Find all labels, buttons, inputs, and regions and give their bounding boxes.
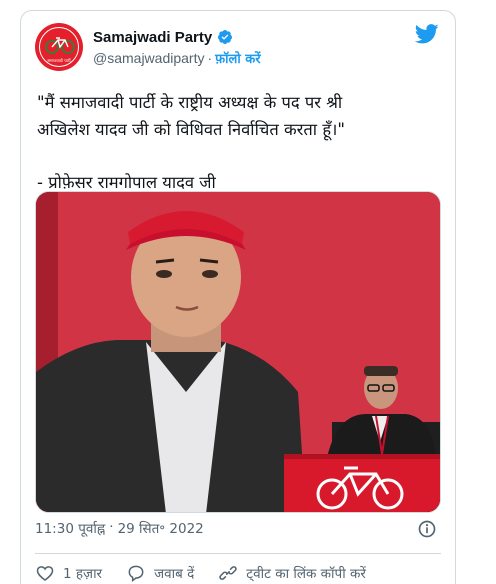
tweet-time[interactable]: 11:30 पूर्वाह्न	[35, 519, 105, 537]
info-icon[interactable]	[417, 519, 437, 539]
verified-badge-icon	[218, 30, 233, 44]
like-button[interactable]: 1 हज़ार	[35, 563, 102, 583]
tweet-text-line: "मैं समाजवादी पार्टी के राष्ट्रीय अध्यक्…	[37, 93, 343, 112]
reply-label: जवाब दें	[154, 566, 195, 582]
author-handle[interactable]: @samajwadiparty	[93, 50, 204, 66]
tweet-date[interactable]: 29 सित॰ 2022	[118, 519, 204, 537]
link-icon	[219, 566, 237, 580]
copy-link-label: ट्वीट का लिंक कॉपी करें	[246, 566, 366, 582]
twitter-bird-icon[interactable]	[415, 23, 439, 45]
avatar-logo: समाजवादी पार्टी	[39, 27, 79, 67]
tweet-card: समाजवादी पार्टी Samajwadi Party @samajwa…	[20, 10, 456, 584]
divider	[35, 553, 441, 554]
like-count: 1 हज़ार	[63, 566, 103, 582]
tweet-photo[interactable]	[35, 191, 441, 513]
follow-button[interactable]: फ़ॉलो करें	[215, 49, 260, 67]
tweet-text: "मैं समाजवादी पार्टी के राष्ट्रीय अध्यक्…	[37, 89, 447, 196]
tweet-meta: 11:30 पूर्वाह्न · 29 सित॰ 2022	[35, 519, 204, 537]
heart-icon	[36, 566, 54, 582]
handle-separator: ·	[207, 50, 213, 66]
meta-separator: ·	[109, 519, 114, 535]
copy-link-button[interactable]: ट्वीट का लिंक कॉपी करें	[218, 563, 366, 583]
tweet-text-line: अखिलेश यादव जी को विधिवत निर्वाचित करता …	[37, 120, 345, 139]
reply-button[interactable]: जवाब दें	[126, 563, 194, 583]
avatar-caption: समाजवादी पार्टी	[47, 58, 71, 63]
photo-scene	[36, 192, 440, 512]
reply-icon	[128, 565, 144, 582]
avatar[interactable]: समाजवादी पार्टी	[35, 23, 83, 71]
action-bar: 1 हज़ार जवाब दें ट्वीट का लिंक कॉपी करें	[35, 563, 366, 583]
podium	[284, 454, 440, 512]
author-name[interactable]: Samajwadi Party	[93, 29, 212, 46]
